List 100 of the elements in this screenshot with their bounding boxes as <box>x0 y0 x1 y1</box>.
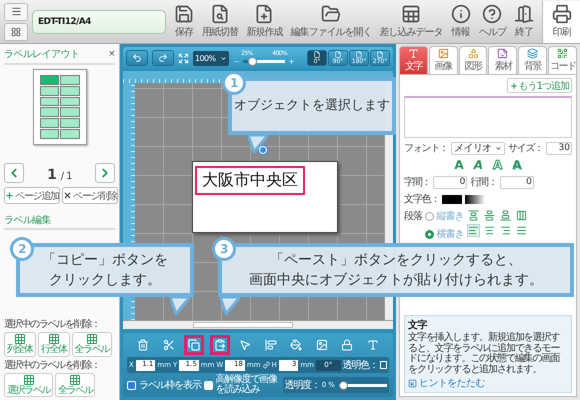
color-swatch[interactable] <box>380 361 387 369</box>
radio-button[interactable] <box>424 230 434 238</box>
align-icon <box>264 339 277 351</box>
size-field[interactable]: 30 <box>546 142 572 154</box>
grid-button[interactable] <box>4 22 28 40</box>
property-tab[interactable]: 図形 <box>458 46 488 74</box>
zoom-dropdown[interactable]: 100% <box>193 50 229 66</box>
merge-button[interactable]: 差し込みデータ <box>378 4 444 39</box>
help-button[interactable]: ヘルプ <box>478 4 507 39</box>
slider-thumb[interactable] <box>338 380 348 390</box>
pointer-icon <box>239 339 252 351</box>
exit-button[interactable]: 終了 <box>512 4 535 39</box>
fit-icon[interactable] <box>178 52 189 64</box>
label-delete-button[interactable]: 行全体 <box>38 332 70 356</box>
align-center-icon <box>484 225 495 236</box>
page-icon <box>313 51 321 58</box>
label-cell[interactable] <box>40 75 59 85</box>
property-tab[interactable]: 背景 <box>518 46 548 74</box>
print-button[interactable]: 印刷 <box>542 0 580 42</box>
spacing-field[interactable]: 0 <box>500 176 534 188</box>
label-cell[interactable] <box>40 129 59 139</box>
align-button[interactable] <box>482 209 496 222</box>
caret-icon <box>494 144 502 152</box>
redo-button[interactable] <box>152 50 174 66</box>
plus-icon[interactable] <box>288 58 295 65</box>
close-button[interactable]: × <box>108 48 115 60</box>
align-button[interactable] <box>514 209 528 222</box>
spacing-field[interactable]: 0 <box>433 176 468 188</box>
text-object[interactable]: 大阪市中央区 <box>195 166 305 195</box>
align-button[interactable] <box>498 209 512 222</box>
align-button[interactable] <box>466 209 480 222</box>
collapse-hint-link[interactable]: ヒントをたたむ <box>408 376 568 390</box>
color-swatch[interactable] <box>442 194 462 204</box>
label-cell[interactable] <box>60 129 80 139</box>
undo-button[interactable] <box>126 50 148 66</box>
label-cell[interactable] <box>60 118 80 128</box>
label-cell[interactable] <box>60 96 80 106</box>
align-button[interactable] <box>482 224 496 237</box>
open-button[interactable]: 編集ファイルを開く <box>289 4 372 39</box>
rotate-handle[interactable] <box>259 146 267 154</box>
trash-icon <box>137 339 149 351</box>
text-style-option[interactable]: A <box>474 158 483 172</box>
align-button[interactable] <box>514 224 528 237</box>
redo-icon <box>158 53 168 63</box>
new-button[interactable]: 新規作成 <box>245 4 284 39</box>
text-style-option[interactable]: A <box>493 158 502 172</box>
property-tab[interactable]: 素材 <box>488 46 518 74</box>
align-top-icon <box>468 210 479 221</box>
image-icon <box>316 339 328 351</box>
label-delete-button[interactable]: 列全体 <box>4 332 36 356</box>
property-tab[interactable]: コード <box>548 46 577 74</box>
label-cell[interactable] <box>40 86 59 96</box>
label-cell[interactable] <box>40 118 59 128</box>
text-input[interactable] <box>404 96 572 138</box>
add-text-button[interactable]: もう1つ追加 <box>506 78 572 93</box>
file-plus-icon <box>254 4 274 24</box>
gradient-swatch[interactable] <box>465 194 486 204</box>
previous-page-button[interactable] <box>4 163 24 183</box>
label-cell[interactable] <box>40 107 59 118</box>
menu-button[interactable] <box>4 2 28 20</box>
label-delete-button[interactable]: 選択ラベル <box>4 372 54 397</box>
caret-icon <box>220 54 227 62</box>
label-cell[interactable] <box>40 96 59 106</box>
copy-button[interactable] <box>184 335 204 355</box>
label-cell[interactable] <box>60 75 80 85</box>
hint-text: 文字を挿入します。新規追加を選択すると、文字をラベルに追加できるモードになります。この状態で編集の画面をクリックすると追加されます。 <box>408 333 561 375</box>
label-delete-button[interactable]: 全ラベル <box>72 332 112 356</box>
info-icon <box>450 4 471 24</box>
property-tab[interactable]: 画像 <box>428 46 458 74</box>
link-icon[interactable] <box>262 361 270 369</box>
save-button[interactable]: 保存 <box>173 4 196 39</box>
minus-icon[interactable] <box>233 58 240 65</box>
label-cell[interactable] <box>60 107 80 118</box>
undo-icon <box>132 53 142 63</box>
label-cell[interactable] <box>60 86 80 96</box>
paper-button[interactable]: 用紙切替 <box>201 4 240 39</box>
radio-label: 横書き <box>436 228 464 241</box>
label-delete-button[interactable]: 全ラベル <box>55 372 96 397</box>
page-delete-button[interactable]: ページ削除 <box>62 187 118 204</box>
file-name-field[interactable]: EDT-TI12/A4 <box>32 10 166 34</box>
paste-button[interactable] <box>210 335 230 355</box>
checkbox[interactable] <box>127 380 136 390</box>
align-button[interactable] <box>466 224 480 237</box>
label-text: 大阪市中央区 <box>202 170 298 189</box>
plus-icon <box>510 82 518 90</box>
opacity-slider[interactable] <box>336 380 387 390</box>
next-page-button[interactable] <box>95 163 115 183</box>
shapes-icon <box>468 48 479 59</box>
text-style-option[interactable]: A <box>454 158 464 172</box>
radio-button[interactable] <box>424 212 434 220</box>
slider-thumb[interactable] <box>248 57 257 66</box>
scrollbar[interactable] <box>123 320 393 329</box>
columns-icon <box>516 210 527 221</box>
checkbox[interactable] <box>204 380 213 390</box>
font-dropdown[interactable]: メイリオ <box>451 142 505 154</box>
page-add-button[interactable]: ページ追加 <box>4 187 60 204</box>
align-button[interactable] <box>498 224 512 237</box>
info-button[interactable]: 情報 <box>450 4 472 39</box>
property-tab[interactable]: 文字 <box>399 46 428 74</box>
text-style-option[interactable]: A <box>512 158 522 172</box>
